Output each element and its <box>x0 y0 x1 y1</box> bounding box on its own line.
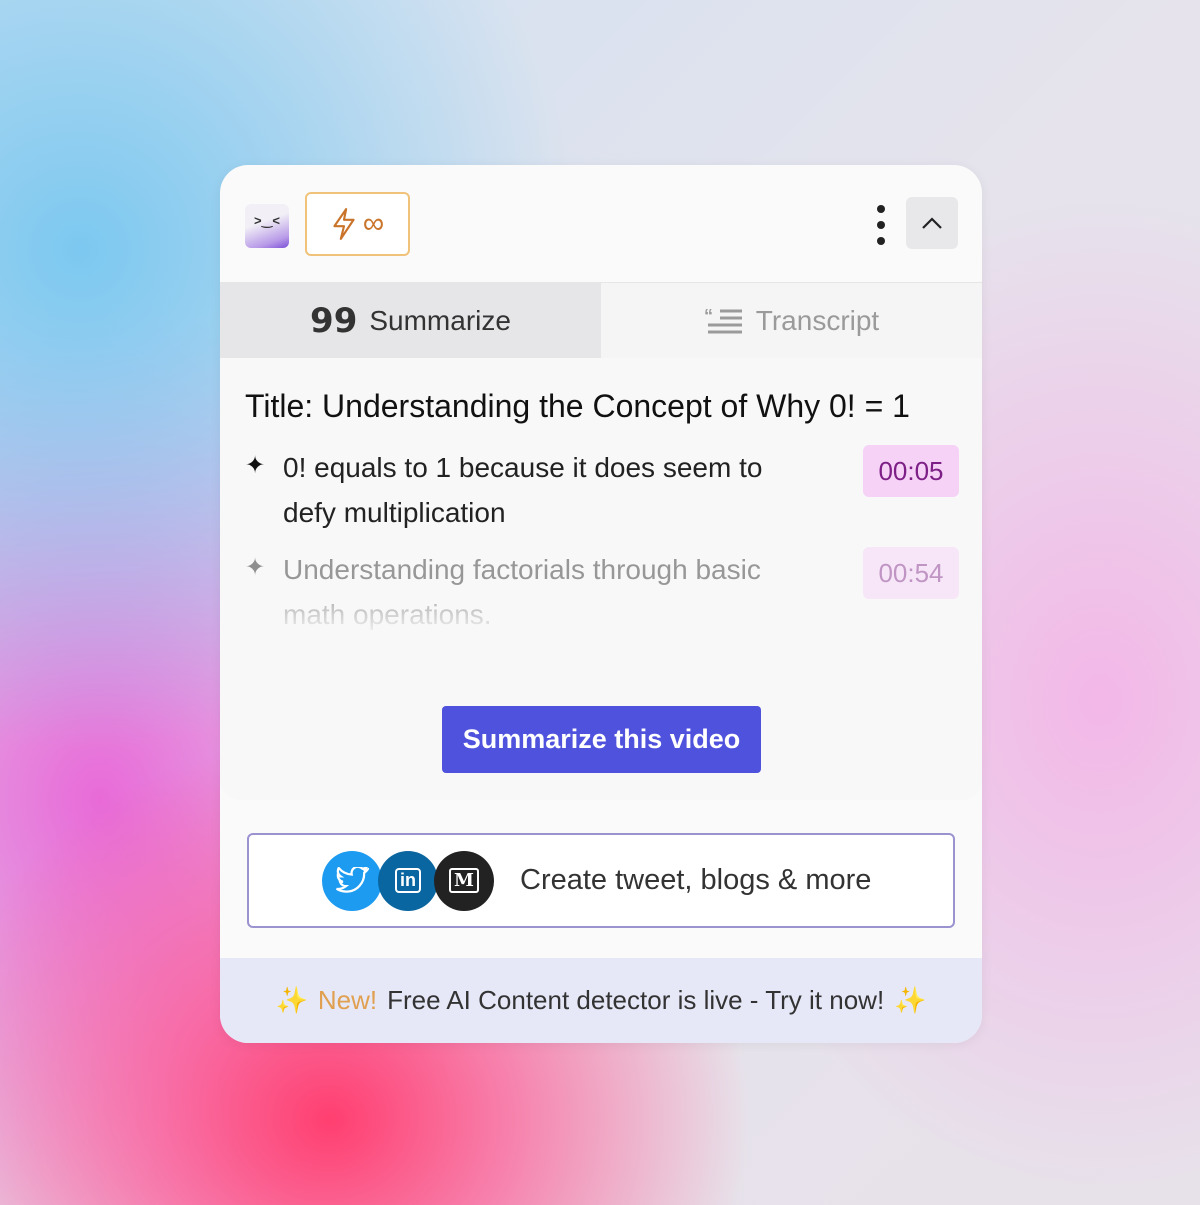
tab-transcript[interactable]: “ Transcript <box>601 283 982 358</box>
collapse-button[interactable] <box>906 197 958 249</box>
summary-item: ✦ 0! equals to 1 because it does seem to… <box>245 445 959 535</box>
announcement-text: Free AI Content detector is live - Try i… <box>387 985 885 1015</box>
timestamp-badge[interactable]: 00:54 <box>863 547 959 599</box>
twitter-icon <box>322 850 382 911</box>
summary-widget: >‿< ∞ 99 Summarize “ Transcript Title: U… <box>220 165 982 1043</box>
tab-bar: 99 Summarize “ Transcript <box>220 283 982 358</box>
summary-title: Title: Understanding the Concept of Why … <box>245 388 910 424</box>
credits-value: ∞ <box>362 207 385 240</box>
chevron-up-icon <box>922 217 942 229</box>
summary-item-text: Understanding factorials through basic m… <box>283 554 761 630</box>
tab-label: Transcript <box>755 304 880 336</box>
summary-item-text: 0! equals to 1 because it does seem to d… <box>283 452 763 528</box>
widget-header: >‿< ∞ <box>220 165 982 283</box>
sparkles-icon: ✨ <box>894 985 927 1015</box>
create-content-button[interactable]: in M Create tweet, blogs & more <box>247 833 955 928</box>
announcement-banner[interactable]: ✨ New! Free AI Content detector is live … <box>220 958 982 1043</box>
lightning-icon <box>333 208 355 240</box>
transcript-icon: “ <box>704 306 742 333</box>
linkedin-icon: in <box>378 850 438 911</box>
svg-text:“: “ <box>704 306 713 326</box>
share-label: Create tweet, blogs & more <box>520 864 872 896</box>
new-badge: New! <box>317 985 378 1015</box>
timestamp-badge[interactable]: 00:05 <box>863 445 959 497</box>
sparkle-icon: ✦ <box>245 554 266 581</box>
sparkles-icon: ✨ <box>275 985 308 1015</box>
medium-icon: M <box>434 850 494 911</box>
quote-icon: 99 <box>310 300 358 341</box>
summary-item: ✦ Understanding factorials through basic… <box>245 547 959 637</box>
tab-summarize[interactable]: 99 Summarize <box>220 283 601 358</box>
tab-label: Summarize <box>369 304 511 336</box>
more-options-icon[interactable] <box>872 205 890 245</box>
app-logo[interactable]: >‿< <box>245 204 289 248</box>
summary-content: Title: Understanding the Concept of Why … <box>220 358 982 800</box>
summarize-video-button[interactable]: Summarize this video <box>442 706 761 773</box>
credits-badge[interactable]: ∞ <box>305 192 410 256</box>
sparkle-icon: ✦ <box>245 452 266 479</box>
